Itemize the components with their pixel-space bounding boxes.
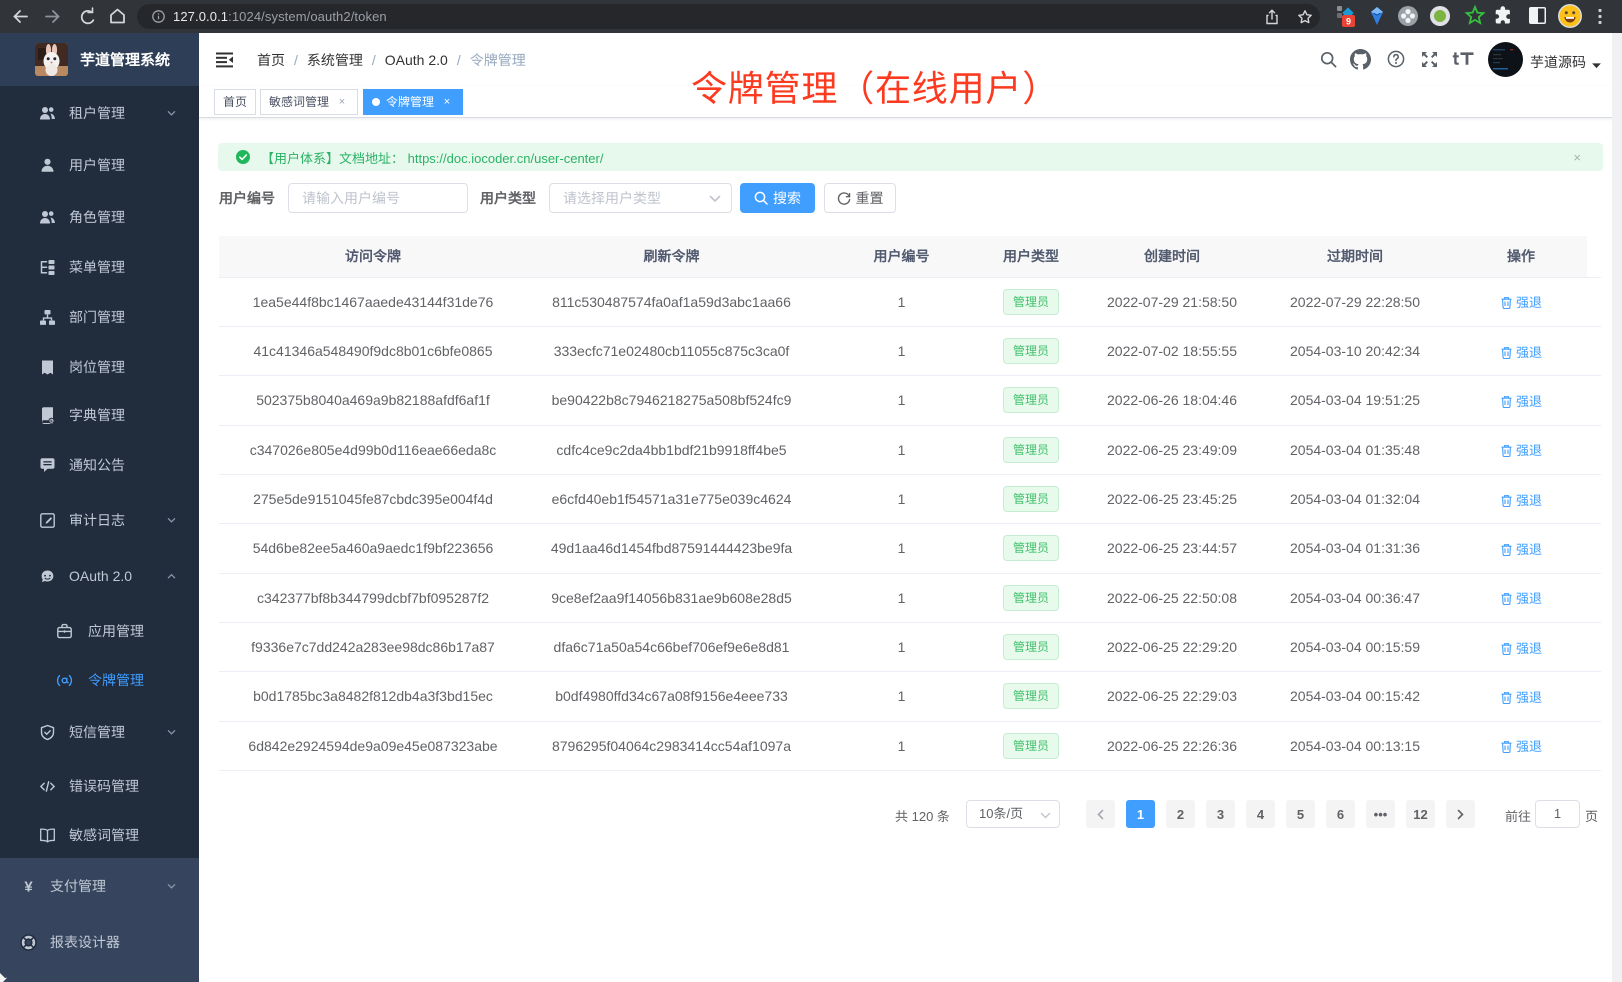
svg-text:¥: ¥ [24, 878, 33, 895]
svg-text:9: 9 [1346, 17, 1351, 27]
